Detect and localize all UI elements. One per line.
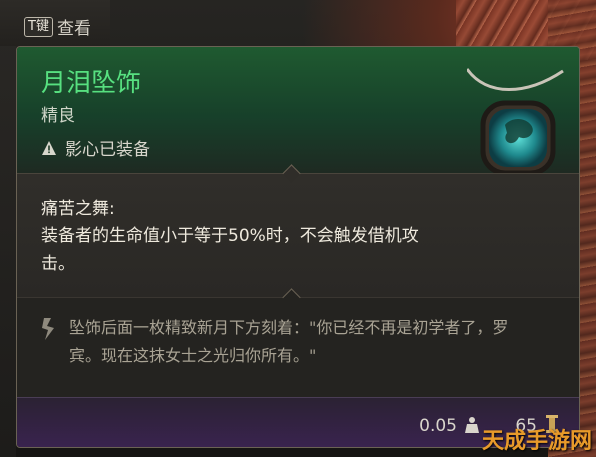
item-tooltip: 月泪坠饰 精良 影心已装备 痛苦之舞: 装备者的生命值小于等于50%时，不会触发… — [16, 46, 580, 448]
equip-status-row: 影心已装备 — [41, 135, 150, 160]
lore-quill-icon — [42, 318, 54, 340]
item-name: 月泪坠饰 — [41, 68, 142, 97]
keyhint-action: 查看 — [56, 19, 91, 39]
passive-description: 装备者的生命值小于等于50%时，不会触发借机攻击。 — [41, 226, 419, 274]
lore-section: 坠饰后面一枚精致新月下方刻着："你已经不再是初学者了，罗宾。现在这抹女士之光归你… — [17, 288, 579, 398]
passive-title: 痛苦之舞: — [41, 199, 115, 219]
watermark: 天成手游网 — [481, 429, 592, 454]
examine-keyhint[interactable]: T键 查看 — [24, 14, 91, 39]
key-badge: T键 — [24, 16, 53, 37]
item-rarity: 精良 — [41, 106, 75, 126]
passive-section: 痛苦之舞: 装备者的生命值小于等于50%时，不会触发借机攻击。 — [17, 164, 579, 298]
item-weight: 0.05 — [419, 416, 457, 436]
weight-icon — [465, 417, 479, 433]
lore-text: 坠饰后面一枚精致新月下方刻着："你已经不再是初学者了，罗宾。现在这抹女士之光归你… — [69, 318, 509, 365]
pendant-icon — [467, 68, 564, 176]
scene-edge-left — [0, 0, 16, 457]
equip-status: 影心已装备 — [65, 140, 150, 160]
warning-icon — [42, 140, 56, 155]
